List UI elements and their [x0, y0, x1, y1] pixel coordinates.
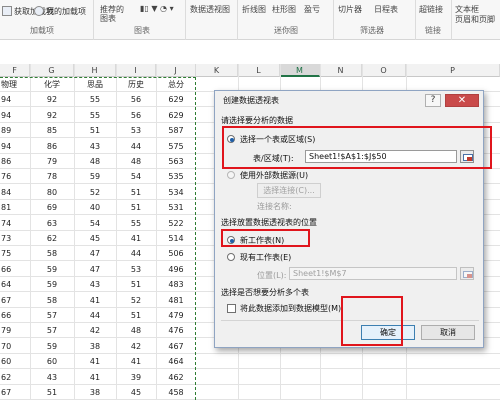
ribbon-group-links: 超链接 链接	[416, 0, 452, 40]
radio-existing-worksheet[interactable]	[227, 253, 235, 261]
column-header-L[interactable]: L	[238, 64, 280, 77]
section-choose-location: 选择放置数据透视表的位置	[221, 218, 317, 227]
section-multiple-tables: 选择是否想要分析多个表	[221, 288, 309, 297]
ribbon-group-label: 筛选器	[360, 26, 384, 35]
ribbon-group-label: 图表	[134, 26, 150, 35]
highlight-ok-button	[341, 296, 403, 346]
ribbon-group-label: 加载项	[30, 26, 54, 35]
ribbon-group-filters: 切片器 日程表 筛选器	[334, 0, 416, 40]
header-footer-button[interactable]: 页眉和页脚	[455, 14, 495, 25]
ribbon: 获取加载项 我的加载项 加载项 推荐的 图表 ▮▯ ▼ ◔ ▾ 图表 数据透视图…	[0, 0, 500, 40]
line-sparkline-button[interactable]: 折线图	[242, 4, 266, 15]
add-to-data-model-label[interactable]: 将此数据添加到数据模型(M)	[240, 303, 341, 314]
section-choose-data: 请选择要分析的数据	[221, 116, 293, 125]
ribbon-group-sparklines: 折线图 柱形图 盈亏 迷你图	[238, 0, 334, 40]
copy-marquee	[0, 77, 196, 400]
location-input[interactable]: Sheet1!$M$7	[289, 267, 457, 280]
dialog-title: 创建数据透视表	[223, 96, 279, 105]
radio-external-source-label[interactable]: 使用外部数据源(U)	[240, 170, 308, 181]
column-header-F[interactable]: F	[0, 64, 30, 77]
column-header-H[interactable]: H	[74, 64, 116, 77]
slicer-button[interactable]: 切片器	[338, 4, 362, 15]
column-header-P[interactable]: P	[406, 64, 500, 77]
choose-connection-button[interactable]: 选择连接(C)...	[257, 183, 321, 198]
column-header-I[interactable]: I	[116, 64, 156, 77]
ribbon-group-charts: 推荐的 图表 ▮▯ ▼ ◔ ▾ 图表	[94, 0, 186, 40]
ribbon-group-label: 迷你图	[274, 26, 298, 35]
column-sparkline-button[interactable]: 柱形图	[272, 4, 296, 15]
column-header-J[interactable]: J	[156, 64, 196, 77]
column-header-N[interactable]: N	[320, 64, 362, 77]
chart-type-icons[interactable]: ▮▯ ▼ ◔ ▾	[140, 4, 174, 13]
column-header-G[interactable]: G	[30, 64, 74, 77]
cancel-button[interactable]: 取消	[421, 325, 475, 340]
ribbon-group-addins: 获取加载项 我的加载项 加载项	[0, 0, 94, 40]
ribbon-group-pivotchart: 数据透视图	[186, 0, 238, 40]
ribbon-group-label: 链接	[425, 26, 441, 35]
radio-existing-worksheet-label[interactable]: 现有工作表(E)	[240, 252, 291, 263]
collapse-location-icon[interactable]	[460, 267, 474, 280]
hyperlink-button[interactable]: 超链接	[419, 4, 443, 15]
highlight-range-selection	[222, 126, 492, 169]
charts-label: 图表	[100, 14, 116, 23]
highlight-new-worksheet	[221, 229, 310, 247]
location-label: 位置(L):	[257, 271, 287, 280]
close-button[interactable]: ✕	[445, 94, 479, 107]
timeline-button[interactable]: 日程表	[374, 4, 398, 15]
column-header-M[interactable]: M	[280, 64, 320, 77]
connection-name-label: 连接名称:	[257, 202, 292, 211]
column-header-K[interactable]: K	[196, 64, 238, 77]
winloss-sparkline-button[interactable]: 盈亏	[304, 4, 320, 15]
ribbon-group-text: 文本框 页眉和页脚	[452, 0, 500, 40]
store-icon	[2, 6, 12, 16]
radio-external-source[interactable]	[227, 171, 235, 179]
column-header-O[interactable]: O	[362, 64, 406, 77]
pivot-chart-button[interactable]: 数据透视图	[190, 4, 230, 15]
add-to-data-model-checkbox[interactable]	[227, 304, 236, 313]
help-button[interactable]: ?	[425, 94, 441, 107]
addin-icon	[34, 6, 44, 16]
my-addins-button[interactable]: 我的加载项	[34, 2, 86, 20]
